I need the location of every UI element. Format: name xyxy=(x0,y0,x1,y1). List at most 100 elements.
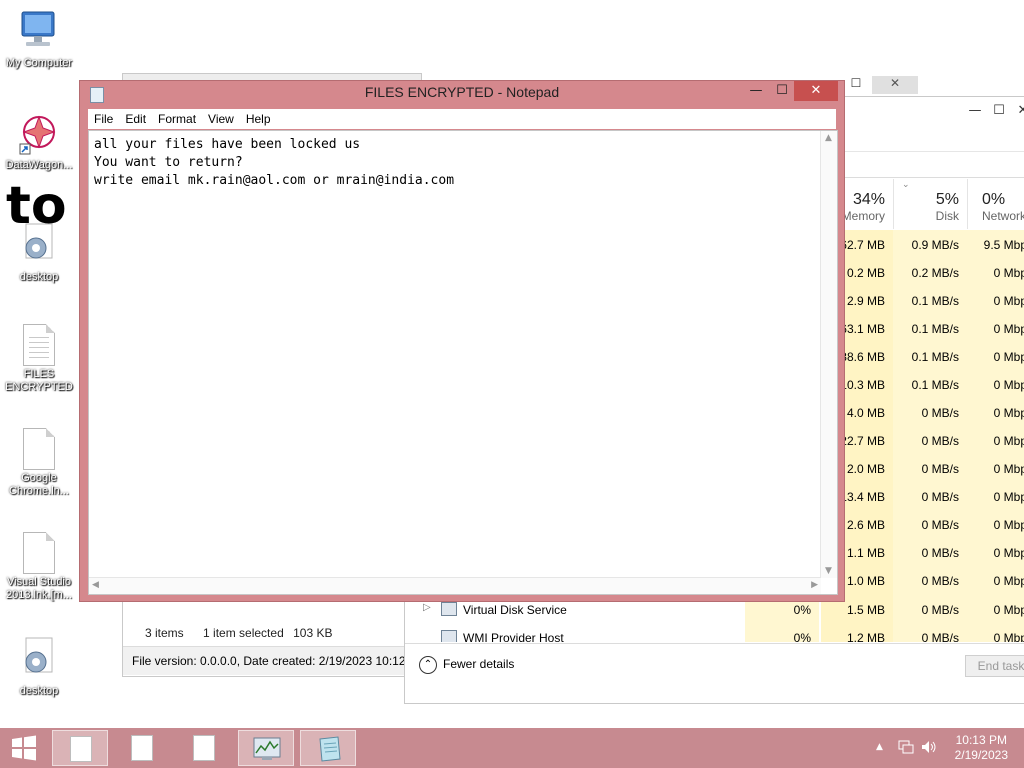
fewer-details-button[interactable]: ⌃ Fewer details xyxy=(419,656,514,674)
blank-file-icon xyxy=(23,428,55,470)
notepad-window[interactable]: FILES ENCRYPTED - Notepad — ☐ ✕ File Edit… xyxy=(79,80,845,602)
close-button[interactable]: ✕ xyxy=(794,81,838,101)
chevron-up-icon: ⌃ xyxy=(419,656,437,674)
scroll-right-icon[interactable]: ▶ xyxy=(811,580,818,590)
text-file-icon xyxy=(23,324,55,366)
taskbar-file-button[interactable] xyxy=(52,730,108,766)
menu-help[interactable]: Help xyxy=(240,109,277,126)
text-editor-area[interactable]: all your files have been locked us You wa… xyxy=(88,130,838,595)
desktop-icon-desktop-ini[interactable]: desktop xyxy=(1,222,77,284)
expand-chevron-icon[interactable]: ▷ xyxy=(423,602,431,613)
menu-format[interactable]: Format xyxy=(152,109,202,126)
process-disk: 0 MB/s xyxy=(921,631,959,642)
text-line: all your files have been locked us xyxy=(94,137,361,152)
network-cell: 0 Mbps xyxy=(993,462,1024,476)
service-icon xyxy=(441,602,457,616)
network-icon[interactable] xyxy=(898,739,914,759)
desktop-icon-label: FILES ENCRYPTED xyxy=(5,368,73,393)
desktop-icon-visual-studio-lnk[interactable]: Visual Studio 2013.lnk.[m... xyxy=(1,532,77,602)
computer-icon xyxy=(21,11,55,46)
disk-cell: 0.1 MB/s xyxy=(911,294,959,308)
disk-cell: 0 MB/s xyxy=(921,546,959,560)
disk-cell: 0 MB/s xyxy=(921,462,959,476)
disk-label: Disk xyxy=(935,209,959,223)
text-line: write email mk.rain@aol.com or mrain@ind… xyxy=(94,173,455,188)
desktop-icon-label: desktop xyxy=(19,685,59,697)
desktop-icon-files-encrypted[interactable]: FILES ENCRYPTED xyxy=(1,324,77,394)
service-icon xyxy=(441,630,457,642)
menu-view[interactable]: View xyxy=(202,109,240,126)
process-cpu: 0% xyxy=(793,603,811,617)
disk-cell: 0 MB/s xyxy=(921,574,959,588)
datawagon-shortcut-icon xyxy=(19,115,56,155)
sort-chevron-icon: ⌄ xyxy=(902,179,910,189)
disk-cell: 0 MB/s xyxy=(921,406,959,420)
process-network: 0 Mbps xyxy=(993,631,1024,642)
network-cell: 0 Mbps xyxy=(993,378,1024,392)
network-cell: 0 Mbps xyxy=(993,406,1024,420)
column-header-network[interactable]: 0% Network xyxy=(967,179,1024,229)
clock-time: 10:13 PM xyxy=(955,733,1007,747)
desktop-icon-desktop-ini-2[interactable]: desktop xyxy=(1,636,77,698)
scroll-up-icon[interactable]: ▲ xyxy=(825,133,832,143)
editor-content[interactable]: all your files have been locked us You wa… xyxy=(94,136,454,190)
settings-file-icon xyxy=(25,637,53,673)
disk-percent: 5% xyxy=(935,191,959,208)
selection-size: 103 KB xyxy=(293,626,333,640)
disk-cell: 0.1 MB/s xyxy=(911,378,959,392)
desktop-icon-label: Google Chrome.ln... xyxy=(9,472,69,497)
maximize-button[interactable]: ☐ xyxy=(989,101,1009,121)
notepad-menubar: File Edit Format View Help xyxy=(88,109,836,129)
taskbar: ▲ 10:13 PM 2/19/2023 xyxy=(0,728,1024,768)
disk-cell: 0.9 MB/s xyxy=(911,238,959,252)
scroll-down-icon[interactable]: ▼ xyxy=(825,566,832,576)
desktop-icon-label: DataWagon... xyxy=(5,159,73,171)
taskbar-file-button[interactable] xyxy=(114,730,170,766)
clock-date: 2/19/2023 xyxy=(954,748,1008,762)
process-disk: 0 MB/s xyxy=(921,603,959,617)
menu-file[interactable]: File xyxy=(88,109,119,126)
minimize-button[interactable]: — xyxy=(744,81,768,101)
process-network: 0 Mbps xyxy=(993,603,1024,617)
process-name: Virtual Disk Service xyxy=(463,603,567,617)
close-button[interactable]: ✕ xyxy=(1013,101,1024,121)
windows-logo-icon xyxy=(12,735,36,761)
end-task-button[interactable]: End task xyxy=(965,655,1024,677)
show-hidden-icons-icon[interactable]: ▲ xyxy=(876,742,883,752)
task-manager-footer: ⌃ Fewer details End task xyxy=(405,643,1024,690)
network-cell: 0 Mbps xyxy=(993,322,1024,336)
item-count: 3 items xyxy=(145,626,184,640)
volume-icon[interactable] xyxy=(920,739,938,759)
file-icon xyxy=(131,735,153,761)
explorer-close-button[interactable]: ✕ xyxy=(872,76,918,94)
explorer-maximize-button[interactable]: ☐ xyxy=(846,76,866,94)
blank-file-icon xyxy=(23,532,55,574)
table-row[interactable]: WMI Provider Host 0% 1.2 MB 0 MB/s 0 Mbp… xyxy=(405,624,1024,642)
taskbar-file-button[interactable] xyxy=(176,730,232,766)
start-button[interactable] xyxy=(0,730,48,766)
vertical-scrollbar[interactable]: ▲ ▼ xyxy=(820,131,837,578)
selection-count: 1 item selected xyxy=(203,626,284,640)
system-clock[interactable]: 10:13 PM 2/19/2023 xyxy=(955,733,1008,763)
maximize-button[interactable]: ☐ xyxy=(770,81,794,101)
menu-edit[interactable]: Edit xyxy=(119,109,152,126)
taskbar-task-manager-button[interactable] xyxy=(238,730,294,766)
network-cell: 0 Mbps xyxy=(993,574,1024,588)
process-memory: 1.2 MB xyxy=(846,631,885,642)
column-header-disk[interactable]: ⌄ 5% Disk xyxy=(893,179,967,229)
desktop-icon-my-computer[interactable]: My Computer xyxy=(1,8,77,70)
desktop-icon-datawagon[interactable]: DataWagon... xyxy=(1,110,77,172)
network-percent: 0% xyxy=(982,191,1006,208)
disk-cell: 0.1 MB/s xyxy=(911,322,959,336)
disk-cell: 0 MB/s xyxy=(921,490,959,504)
disk-cell: 0 MB/s xyxy=(921,518,959,532)
network-cell: 0 Mbps xyxy=(993,266,1024,280)
scroll-left-icon[interactable]: ◀ xyxy=(92,580,99,590)
task-manager-icon xyxy=(253,737,281,760)
desktop-icon-google-chrome-lnk[interactable]: Google Chrome.ln... xyxy=(1,428,77,498)
taskbar-notepad-button[interactable] xyxy=(300,730,356,766)
file-details-bar: File version: 0.0.0.0, Date created: 2/1… xyxy=(123,646,421,675)
horizontal-scrollbar[interactable]: ◀ ▶ xyxy=(89,577,821,594)
minimize-button[interactable]: — xyxy=(965,101,985,121)
network-cell: 0 Mbps xyxy=(993,294,1024,308)
